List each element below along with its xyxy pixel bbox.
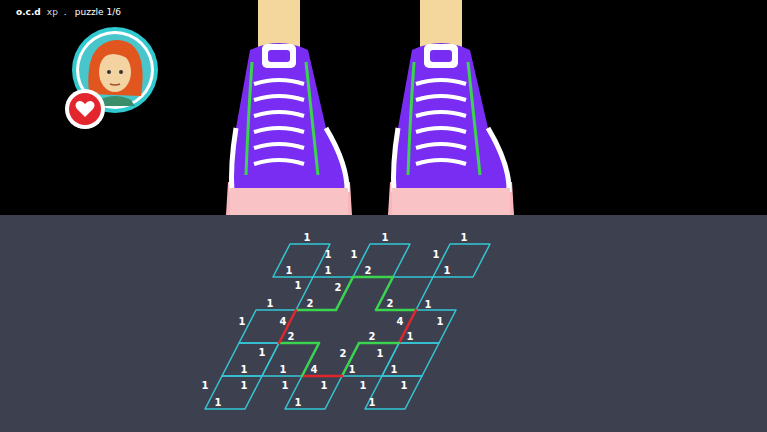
board-edge[interactable] [279,310,296,343]
clue-number: 1 [425,299,432,310]
clue-number: 1 [241,364,248,375]
board-cell[interactable] [365,376,422,409]
clue-number: 1 [325,265,332,276]
clue-number: 1 [286,265,293,276]
clue-number: 2 [365,265,372,276]
sneaker-icon [388,0,514,215]
clue-number: 2 [340,348,347,359]
clue-number: 1 [239,316,246,327]
clue-number: 4 [311,364,318,375]
clue-number: 1 [407,331,414,342]
clue-number: 1 [282,380,289,391]
heart-icon[interactable] [64,88,106,130]
puzzle-board[interactable]: 1111111121121221144122112111411111111111 [190,225,510,425]
clue-number: 4 [280,316,287,327]
clue-number: 1 [304,232,311,243]
clue-number: 1 [267,298,274,309]
board-cell[interactable] [239,310,296,343]
board-cell[interactable] [353,244,410,277]
board-area: 1111111121121221144122112111411111111111 [0,215,767,432]
sneaker-icon [226,0,352,215]
clue-number: 1 [215,397,222,408]
board-cell[interactable] [205,376,262,409]
game-screen: o.c.d xp . puzzle 1/6 111111112112122114… [0,0,767,432]
shoes-stage: o.c.d xp . puzzle 1/6 [0,0,767,215]
logo: o.c.d [16,7,41,17]
clue-number: 1 [433,249,440,260]
clue-number: 2 [288,331,295,342]
board-cell[interactable] [262,343,319,376]
clue-number: 2 [369,331,376,342]
board-edge[interactable] [279,342,319,345]
puzzle-progress: puzzle 1/6 [73,7,121,17]
clue-number: 1 [391,364,398,375]
clue-number: 1 [321,380,328,391]
board-cell[interactable] [273,244,330,277]
mode-label: xp [47,7,58,17]
clue-number: 2 [307,298,314,309]
clue-number: 1 [351,249,358,260]
clue-number: 1 [369,397,376,408]
board-cell[interactable] [296,277,353,310]
clue-number: 1 [382,232,389,243]
clue-number: 1 [360,380,367,391]
clue-number: 1 [280,364,287,375]
board-cell[interactable] [285,376,342,409]
board-edge[interactable] [376,309,416,312]
board-cell[interactable] [433,244,490,277]
board-edge[interactable] [353,276,393,279]
board-cell[interactable] [382,343,439,376]
clue-number: 2 [335,282,342,293]
clue-number: 1 [401,380,408,391]
clue-number: 1 [202,380,209,391]
board-edge[interactable] [302,375,342,378]
clue-number: 1 [295,397,302,408]
clue-number: 1 [325,249,332,260]
clue-number: 2 [387,298,394,309]
clue-number: 1 [377,348,384,359]
separator: . [64,7,67,17]
board-cell[interactable] [376,277,433,310]
clue-number: 1 [241,380,248,391]
clue-number: 1 [295,280,302,291]
clue-number: 1 [444,265,451,276]
board-edge[interactable] [376,277,393,310]
clue-number: 4 [397,316,404,327]
board-cell[interactable] [399,310,456,343]
board-edge[interactable] [359,342,399,345]
clue-number: 1 [259,347,266,358]
board-edge[interactable] [296,309,336,312]
board-edge[interactable] [302,343,319,376]
clue-number: 1 [461,232,468,243]
clue-number: 1 [349,364,356,375]
header: o.c.d xp . puzzle 1/6 [16,7,121,17]
clue-number: 1 [437,316,444,327]
